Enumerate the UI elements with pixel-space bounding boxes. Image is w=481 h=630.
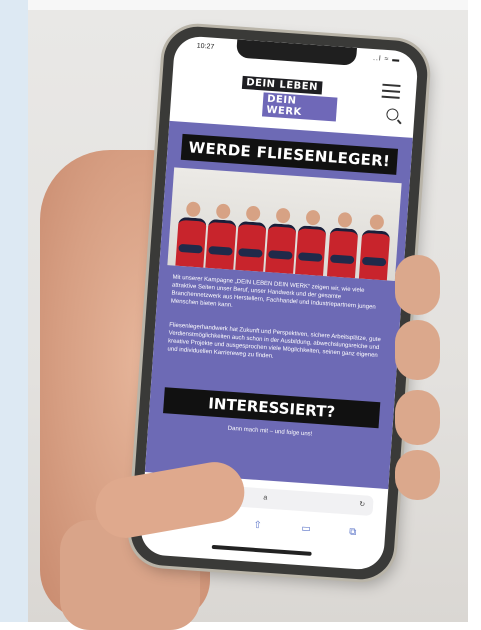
left-strip bbox=[0, 0, 28, 622]
team-member bbox=[295, 209, 327, 277]
status-icons: ..l ≈ ▬ bbox=[372, 54, 401, 64]
search-icon[interactable] bbox=[386, 108, 399, 121]
main-content: WERDE FLIESENLEGER! Mit unserer Kampagne… bbox=[144, 120, 413, 490]
status-time: 10:27 bbox=[196, 42, 215, 51]
backdrop-top bbox=[28, 0, 468, 10]
intro-paragraph: Mit unserer Kampagne „DEIN LEBEN DEIN WE… bbox=[170, 274, 376, 311]
reload-icon[interactable]: ↻ bbox=[359, 500, 365, 508]
finger bbox=[395, 320, 440, 380]
finger bbox=[395, 255, 440, 315]
team-member bbox=[358, 214, 391, 281]
bookmarks-icon[interactable]: ▭ bbox=[301, 523, 311, 535]
team-photo bbox=[167, 167, 402, 282]
benefits-paragraph: Fliesenlegerhandwerk hat Zukunft und Per… bbox=[167, 322, 381, 360]
team-member bbox=[205, 203, 237, 270]
team-member bbox=[175, 201, 207, 268]
finger bbox=[395, 450, 440, 500]
site-logo[interactable]: DEIN LEBEN DEIN WERK bbox=[240, 72, 339, 123]
logo-line-2: DEIN WERK bbox=[261, 92, 338, 122]
lock-icon: a bbox=[263, 494, 268, 502]
team-member bbox=[265, 207, 297, 274]
team-member bbox=[326, 211, 359, 279]
page-headline: WERDE FLIESENLEGER! bbox=[180, 133, 399, 175]
tabs-icon[interactable]: ⧉ bbox=[349, 526, 357, 537]
cta-heading: INTERESSIERT? bbox=[163, 387, 381, 429]
team-member bbox=[235, 205, 267, 272]
logo-line-1: DEIN LEBEN bbox=[241, 75, 323, 95]
share-icon[interactable]: ⇧ bbox=[253, 520, 262, 532]
hamburger-menu-icon[interactable] bbox=[381, 83, 401, 103]
home-indicator bbox=[211, 544, 312, 556]
finger bbox=[395, 390, 440, 445]
